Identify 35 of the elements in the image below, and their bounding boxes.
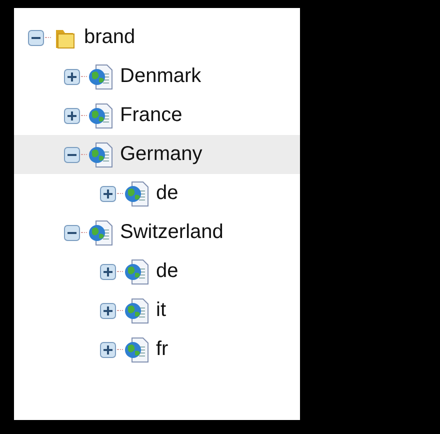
expand-icon[interactable]	[64, 108, 80, 124]
tree-row[interactable]: Denmark	[14, 57, 300, 96]
expand-icon[interactable]	[64, 68, 80, 84]
node-label: de	[156, 260, 178, 283]
tree-row[interactable]: Germany	[14, 135, 300, 174]
globe-page-icon	[88, 102, 114, 128]
expand-icon[interactable]	[100, 264, 116, 280]
node-label: Denmark	[120, 65, 202, 88]
globe-page-icon	[124, 298, 150, 324]
tree-row[interactable]: de	[14, 174, 300, 213]
globe-page-icon	[88, 64, 114, 90]
collapse-icon[interactable]	[64, 146, 80, 162]
tree-row[interactable]: Switzerland	[14, 213, 300, 252]
node-label: Switzerland	[120, 221, 224, 244]
collapse-icon[interactable]	[64, 224, 80, 240]
globe-page-icon	[88, 220, 114, 246]
node-label: fr	[156, 338, 168, 361]
node-label: Germany	[120, 143, 202, 166]
globe-page-icon	[88, 142, 114, 168]
globe-page-icon	[124, 336, 150, 362]
node-label: brand	[84, 26, 136, 49]
expand-icon[interactable]	[100, 342, 116, 358]
node-label: France	[120, 104, 182, 127]
node-label: it	[156, 299, 166, 322]
tree-row[interactable]: brand	[14, 18, 300, 57]
tree-row[interactable]: de	[14, 252, 300, 291]
tree-row[interactable]: fr	[14, 330, 300, 369]
globe-page-icon	[124, 258, 150, 284]
globe-page-icon	[124, 180, 150, 206]
tree-row[interactable]: France	[14, 96, 300, 135]
collapse-icon[interactable]	[28, 30, 44, 46]
tree-row[interactable]: it	[14, 291, 300, 330]
expand-icon[interactable]	[100, 186, 116, 202]
expand-icon[interactable]	[100, 302, 116, 318]
node-label: de	[156, 182, 178, 205]
